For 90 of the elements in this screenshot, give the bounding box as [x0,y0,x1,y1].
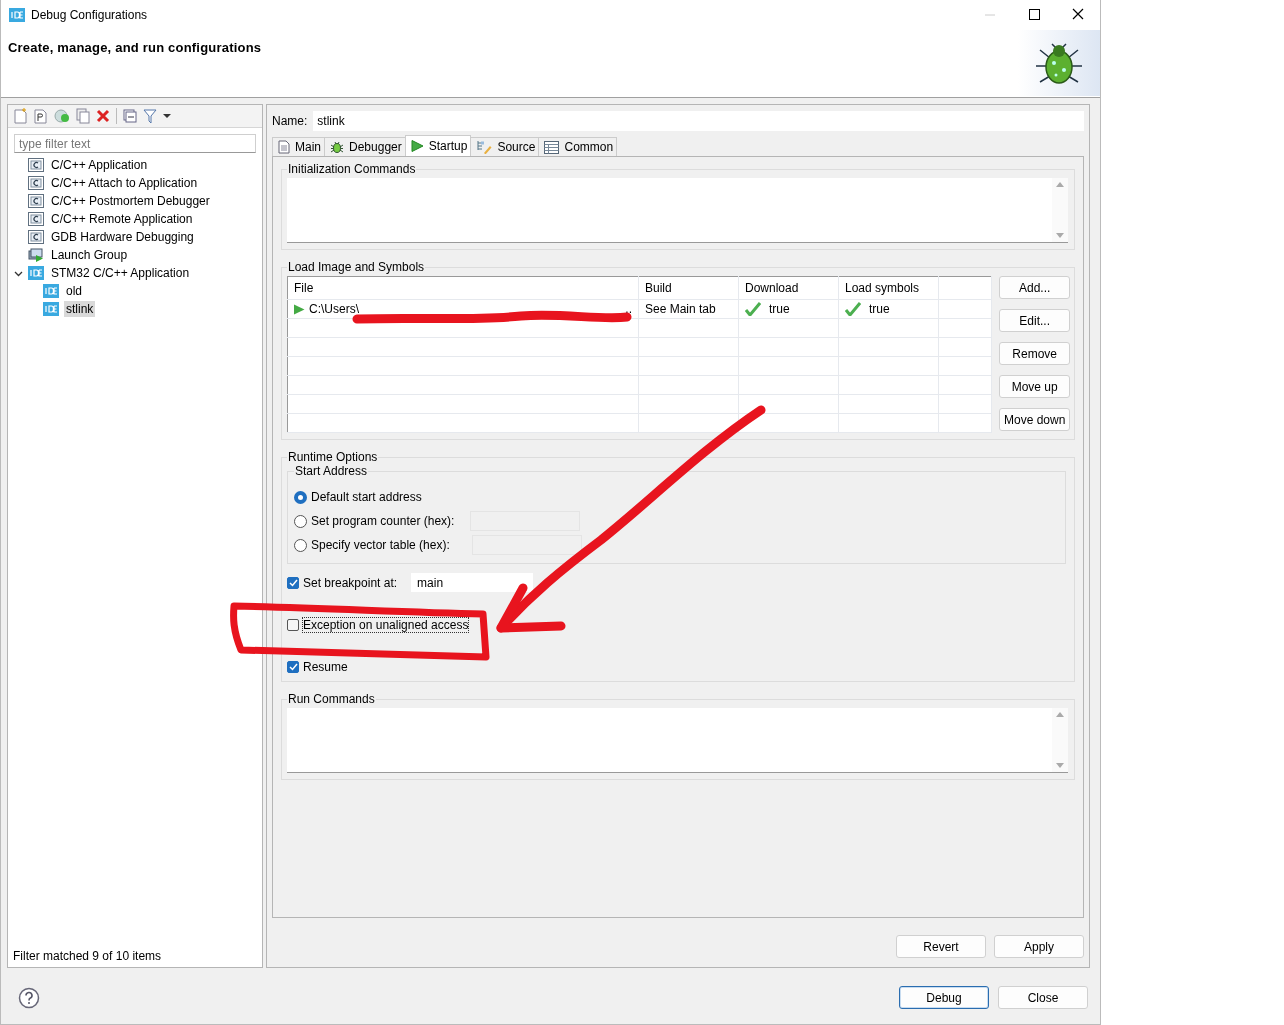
check-icon [745,302,761,316]
config-type-icon [28,176,44,190]
app-icon [9,8,25,22]
checkbox[interactable] [287,576,299,589]
collapse-all-icon[interactable] [123,109,137,123]
table-cell: See Main tab [638,299,739,319]
dialog-button[interactable]: Close [998,986,1088,1009]
group-title: Runtime Options [287,450,379,464]
tree-item[interactable]: old [64,283,84,299]
play-icon [410,139,424,153]
config-type-icon [28,158,44,172]
tree-item[interactable]: C/C++ Application [49,157,150,173]
table-button[interactable]: Move up [999,375,1071,398]
window-title: Debug Configurations [31,8,149,22]
filter-icon[interactable] [143,108,157,124]
config-type-icon [28,230,44,244]
source-icon [476,140,493,154]
name-label: Name: [272,114,308,128]
radio-button[interactable] [294,490,307,504]
tree-item[interactable]: STM32 C/C++ Application [49,265,192,281]
scroll-down-icon[interactable] [1056,233,1064,238]
ellipsis: .. [625,302,632,316]
tab[interactable]: Debugger [324,137,406,156]
radio-label[interactable]: Specify vector table (hex): [311,538,450,552]
export-icon[interactable] [54,108,70,124]
checkbox-label[interactable]: Exception on unaligned access [303,617,469,632]
hex-field[interactable] [471,535,582,555]
tab[interactable]: Startup [404,135,472,156]
radio-button[interactable] [294,538,307,552]
duplicate-icon[interactable] [76,108,90,124]
ide-icon [43,284,59,298]
tree-item[interactable]: C/C++ Remote Application [49,211,195,227]
radio-button[interactable] [294,514,307,528]
document-icon [278,140,290,154]
tree-item[interactable]: C/C++ Attach to Application [49,175,200,191]
ide-icon [43,302,59,316]
name-field[interactable]: stlink [313,111,1084,131]
commands-field[interactable] [287,178,1068,243]
table-cell: true [869,302,890,316]
dialog-description: Create, manage, and run configurations [8,40,262,57]
tree-item[interactable]: stlink [64,301,96,317]
table-cell: true [769,302,790,316]
column-header[interactable]: Load symbols [838,276,939,300]
checkbox-label[interactable]: Resume [303,659,348,674]
checkbox[interactable] [287,660,299,673]
table-button[interactable]: Add... [999,276,1071,299]
filter-field[interactable]: type filter text [14,134,256,153]
commands-field[interactable] [287,708,1068,773]
table-button[interactable]: Edit... [999,309,1071,332]
filter-status: Filter matched 9 of 10 items [12,949,163,965]
help-icon[interactable] [18,986,40,1009]
dialog-button[interactable]: Debug [899,986,989,1009]
file-path: C:\Users\ [309,302,359,316]
table-button[interactable]: Remove [999,342,1071,365]
group-title: Run Commands [287,692,376,706]
new-config-icon[interactable] [14,108,28,124]
tab[interactable]: Source [470,137,540,156]
launch-group-icon [28,248,44,262]
group-title: Start Address [294,464,369,478]
tab-action-button[interactable]: Revert [896,935,986,958]
tab-action-button[interactable]: Apply [994,935,1084,958]
checkbox-label[interactable]: Set breakpoint at: [303,575,398,590]
scroll-up-icon[interactable] [1056,712,1064,717]
column-header[interactable]: Download [738,276,839,300]
column-header[interactable]: Build [638,276,739,300]
radio-label[interactable]: Set program counter (hex): [311,514,455,528]
tab[interactable]: Common [538,137,618,156]
scroll-up-icon[interactable] [1056,182,1064,187]
config-type-icon [28,212,44,226]
column-header[interactable]: File [287,276,639,300]
play-icon [294,303,305,315]
breakpoint-field[interactable]: main [411,573,534,592]
radio-label[interactable]: Default start address [311,490,422,504]
tree-item[interactable]: GDB Hardware Debugging [49,229,196,245]
group-title: Initialization Commands [287,162,417,176]
config-type-icon [28,194,44,208]
ide-icon [28,266,44,280]
table-icon [544,140,560,154]
tab[interactable]: Main [272,137,325,156]
scroll-down-icon[interactable] [1056,763,1064,768]
checkbox[interactable] [287,618,299,631]
dropdown-caret-icon[interactable] [163,113,171,119]
new-prototype-icon[interactable] [34,108,48,124]
check-icon [845,302,861,316]
delete-icon[interactable] [96,109,110,123]
bug-icon [330,140,344,154]
group-title: Load Image and Symbols [287,260,426,274]
table-button[interactable]: Move down [999,408,1071,431]
tree-item[interactable]: C/C++ Postmortem Debugger [49,193,212,209]
tree-item[interactable]: Launch Group [49,247,130,263]
